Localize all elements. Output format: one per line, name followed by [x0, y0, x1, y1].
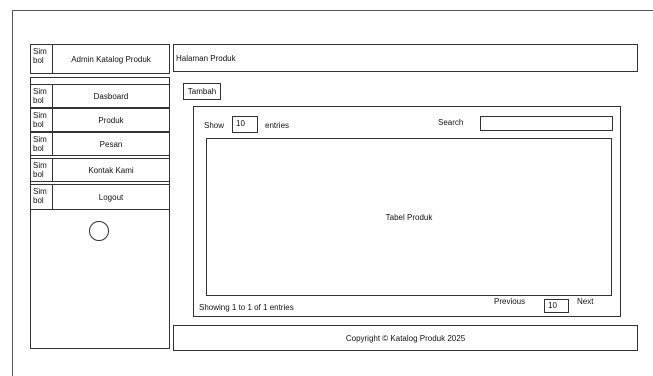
entries-label: entries [265, 121, 290, 130]
search-label: Search [438, 118, 464, 127]
sidebar-item-label: Kontak Kami [88, 165, 134, 175]
sidebar-item-label: Produk [98, 115, 124, 125]
logout-icon: Sim bol [31, 185, 53, 209]
sidebar-item-kontak-kami[interactable]: Sim bol Kontak Kami [30, 158, 170, 182]
sidebar-item-label: Logout [98, 192, 124, 202]
previous-button[interactable]: Previous [494, 297, 525, 306]
tambah-button[interactable]: Tambah [183, 83, 221, 100]
footer: Copyright © Katalog Produk 2025 [173, 325, 638, 351]
page-header: Halaman Produk [173, 44, 638, 72]
produk-icon: Sim bol [31, 109, 53, 131]
product-table: Tabel Produk [206, 138, 612, 296]
content-panel: Show 10 entries Search Tabel Produk Show… [193, 106, 621, 317]
entries-select[interactable]: 10 [232, 116, 258, 133]
sidebar-item-label: Dasboard [93, 91, 129, 101]
sidebar-item-label: Pesan [99, 139, 123, 149]
sidebar-item-logout[interactable]: Sim bol Logout [30, 184, 170, 210]
sidebar-header: Sim bol Admin Katalog Produk [30, 44, 170, 74]
page-number[interactable]: 10 [544, 299, 569, 313]
dashboard-icon: Sim bol [31, 85, 53, 107]
sidebar-item-produk[interactable]: Sim bol Produk [30, 108, 170, 132]
app-title: Admin Katalog Produk [71, 54, 151, 64]
table-info: Showing 1 to 1 of 1 entries [199, 303, 294, 312]
avatar [89, 221, 109, 241]
pesan-icon: Sim bol [31, 133, 53, 155]
kontak-icon: Sim bol [31, 159, 53, 181]
search-input[interactable] [480, 116, 613, 131]
logo-icon: Sim bol [31, 45, 53, 73]
sidebar-item-dashboard[interactable]: Sim bol Dasboard [30, 84, 170, 108]
page-title: Halaman Produk [176, 54, 236, 63]
show-label: Show [204, 121, 225, 130]
sidebar-item-pesan[interactable]: Sim bol Pesan [30, 132, 170, 156]
next-button[interactable]: Next [577, 297, 593, 306]
